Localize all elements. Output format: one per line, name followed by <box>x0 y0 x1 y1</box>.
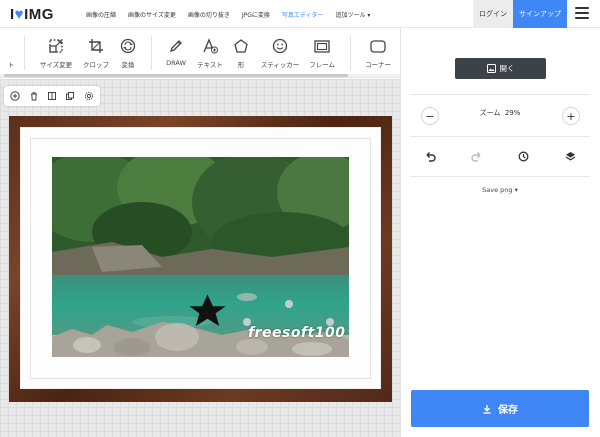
zoom-value: 29% <box>504 109 521 117</box>
settings-icon[interactable] <box>84 91 94 101</box>
download-icon <box>483 404 491 414</box>
tool-draw[interactable]: DRAW <box>163 28 189 77</box>
redo-icon <box>470 151 480 162</box>
tool-label: コーナー <box>365 61 391 69</box>
undo-icon <box>426 151 436 162</box>
nav-link-compress[interactable]: 画像の圧縮 <box>86 10 116 19</box>
mat-inner-line <box>30 138 31 378</box>
nav-link-photo-editor[interactable]: 写真エディター <box>282 10 324 19</box>
save-format-select[interactable]: Save png ▾ <box>440 186 560 194</box>
mat-inner-line <box>30 138 371 139</box>
corner-icon <box>370 40 386 53</box>
tool-label: クロップ <box>83 61 109 69</box>
tool-transform[interactable]: 変換 <box>116 28 140 77</box>
divider <box>350 36 351 70</box>
text-icon <box>203 38 218 54</box>
right-panel <box>400 28 600 437</box>
logo-img: IMG <box>24 6 54 23</box>
handle-dot[interactable] <box>285 300 293 308</box>
nav-link-more-tools[interactable]: 追加ツール ▾ <box>336 10 371 19</box>
sticker-icon <box>272 38 288 54</box>
divider <box>24 36 25 70</box>
tool-sticker[interactable]: スティッカー <box>258 28 302 77</box>
tool-label: 形 <box>237 61 245 69</box>
zoom-label: ズーム <box>479 109 501 117</box>
redo-button[interactable] <box>467 147 485 165</box>
transform-icon <box>120 38 136 54</box>
tool-label: サイズ変更 <box>39 61 73 69</box>
zoom-in-button[interactable]: + <box>562 107 580 125</box>
shape-icon <box>234 39 248 53</box>
image-icon <box>486 64 496 73</box>
nav-links: 画像の圧縮 画像のサイズ変更 画像の切り抜き JPGに変換 写真エディター 追加… <box>86 0 382 28</box>
nav-link-convert-jpg[interactable]: JPGに変換 <box>242 10 270 19</box>
tool-label: テキスト <box>197 61 223 69</box>
tool-frame[interactable]: フレーム <box>306 28 338 77</box>
frame-icon <box>314 40 330 53</box>
tool-crop[interactable]: クロップ <box>80 28 112 77</box>
hamburger-icon[interactable] <box>575 7 589 21</box>
tool-shape[interactable]: 形 <box>232 28 250 77</box>
heart-icon: ♥ <box>14 6 25 23</box>
tool-corner[interactable]: コーナー <box>362 28 394 77</box>
tool-text[interactable]: テキスト <box>194 28 226 77</box>
watermark-text[interactable]: freesoft100 <box>248 325 345 341</box>
tool-label: フレーム <box>309 61 335 69</box>
truncated-icon <box>3 38 19 54</box>
panel-divider <box>410 94 590 95</box>
top-nav: I♥IMG 画像の圧縮 画像のサイズ変更 画像の切り抜き JPGに変換 写真エデ… <box>0 0 600 28</box>
signup-button[interactable]: サインアップ <box>513 0 567 28</box>
zoom-readout: ズーム 29% <box>440 108 560 118</box>
trash-icon[interactable] <box>29 91 39 101</box>
login-button[interactable]: ログイン <box>473 0 513 28</box>
nav-link-resize[interactable]: 画像のサイズ変更 <box>128 10 176 19</box>
add-icon[interactable] <box>10 91 20 101</box>
flip-icon[interactable] <box>47 91 57 101</box>
history-button[interactable] <box>514 147 532 165</box>
tool-label: ト <box>7 61 15 69</box>
editor-toolbar: ト サイズ変更 クロップ 変換 DRAW テキスト 形 スティッカー フレーム … <box>0 28 400 78</box>
ilovimg-logo[interactable]: I♥IMG <box>10 6 54 23</box>
zoom-out-button[interactable]: − <box>421 107 439 125</box>
tool-label: スティッカー <box>260 61 300 69</box>
tool-label: 変換 <box>121 61 135 69</box>
toolbar-scrollbar[interactable] <box>4 74 348 77</box>
open-button-label: 開く <box>499 64 515 73</box>
pencil-icon <box>169 40 182 53</box>
resize-icon <box>49 39 63 53</box>
layers-button[interactable] <box>561 147 579 165</box>
tool-label: DRAW <box>166 59 186 67</box>
mat-inner-line <box>370 138 371 378</box>
history-icon <box>518 151 528 161</box>
mat-inner-line <box>30 378 371 379</box>
nav-link-crop[interactable]: 画像の切り抜き <box>188 10 230 19</box>
duplicate-icon[interactable] <box>65 91 75 101</box>
crop-icon <box>89 39 103 53</box>
panel-divider <box>410 136 590 137</box>
layer-toolbar <box>4 86 100 106</box>
tool-resize[interactable]: サイズ変更 <box>36 28 76 77</box>
save-button[interactable]: 保存 <box>411 390 589 427</box>
save-button-label: 保存 <box>498 405 518 416</box>
divider <box>151 36 152 70</box>
layers-icon <box>565 151 575 161</box>
undo-button[interactable] <box>421 147 439 165</box>
tool-partial[interactable]: ト <box>3 28 19 77</box>
open-button[interactable]: 開く <box>455 58 546 79</box>
panel-divider <box>410 176 590 177</box>
